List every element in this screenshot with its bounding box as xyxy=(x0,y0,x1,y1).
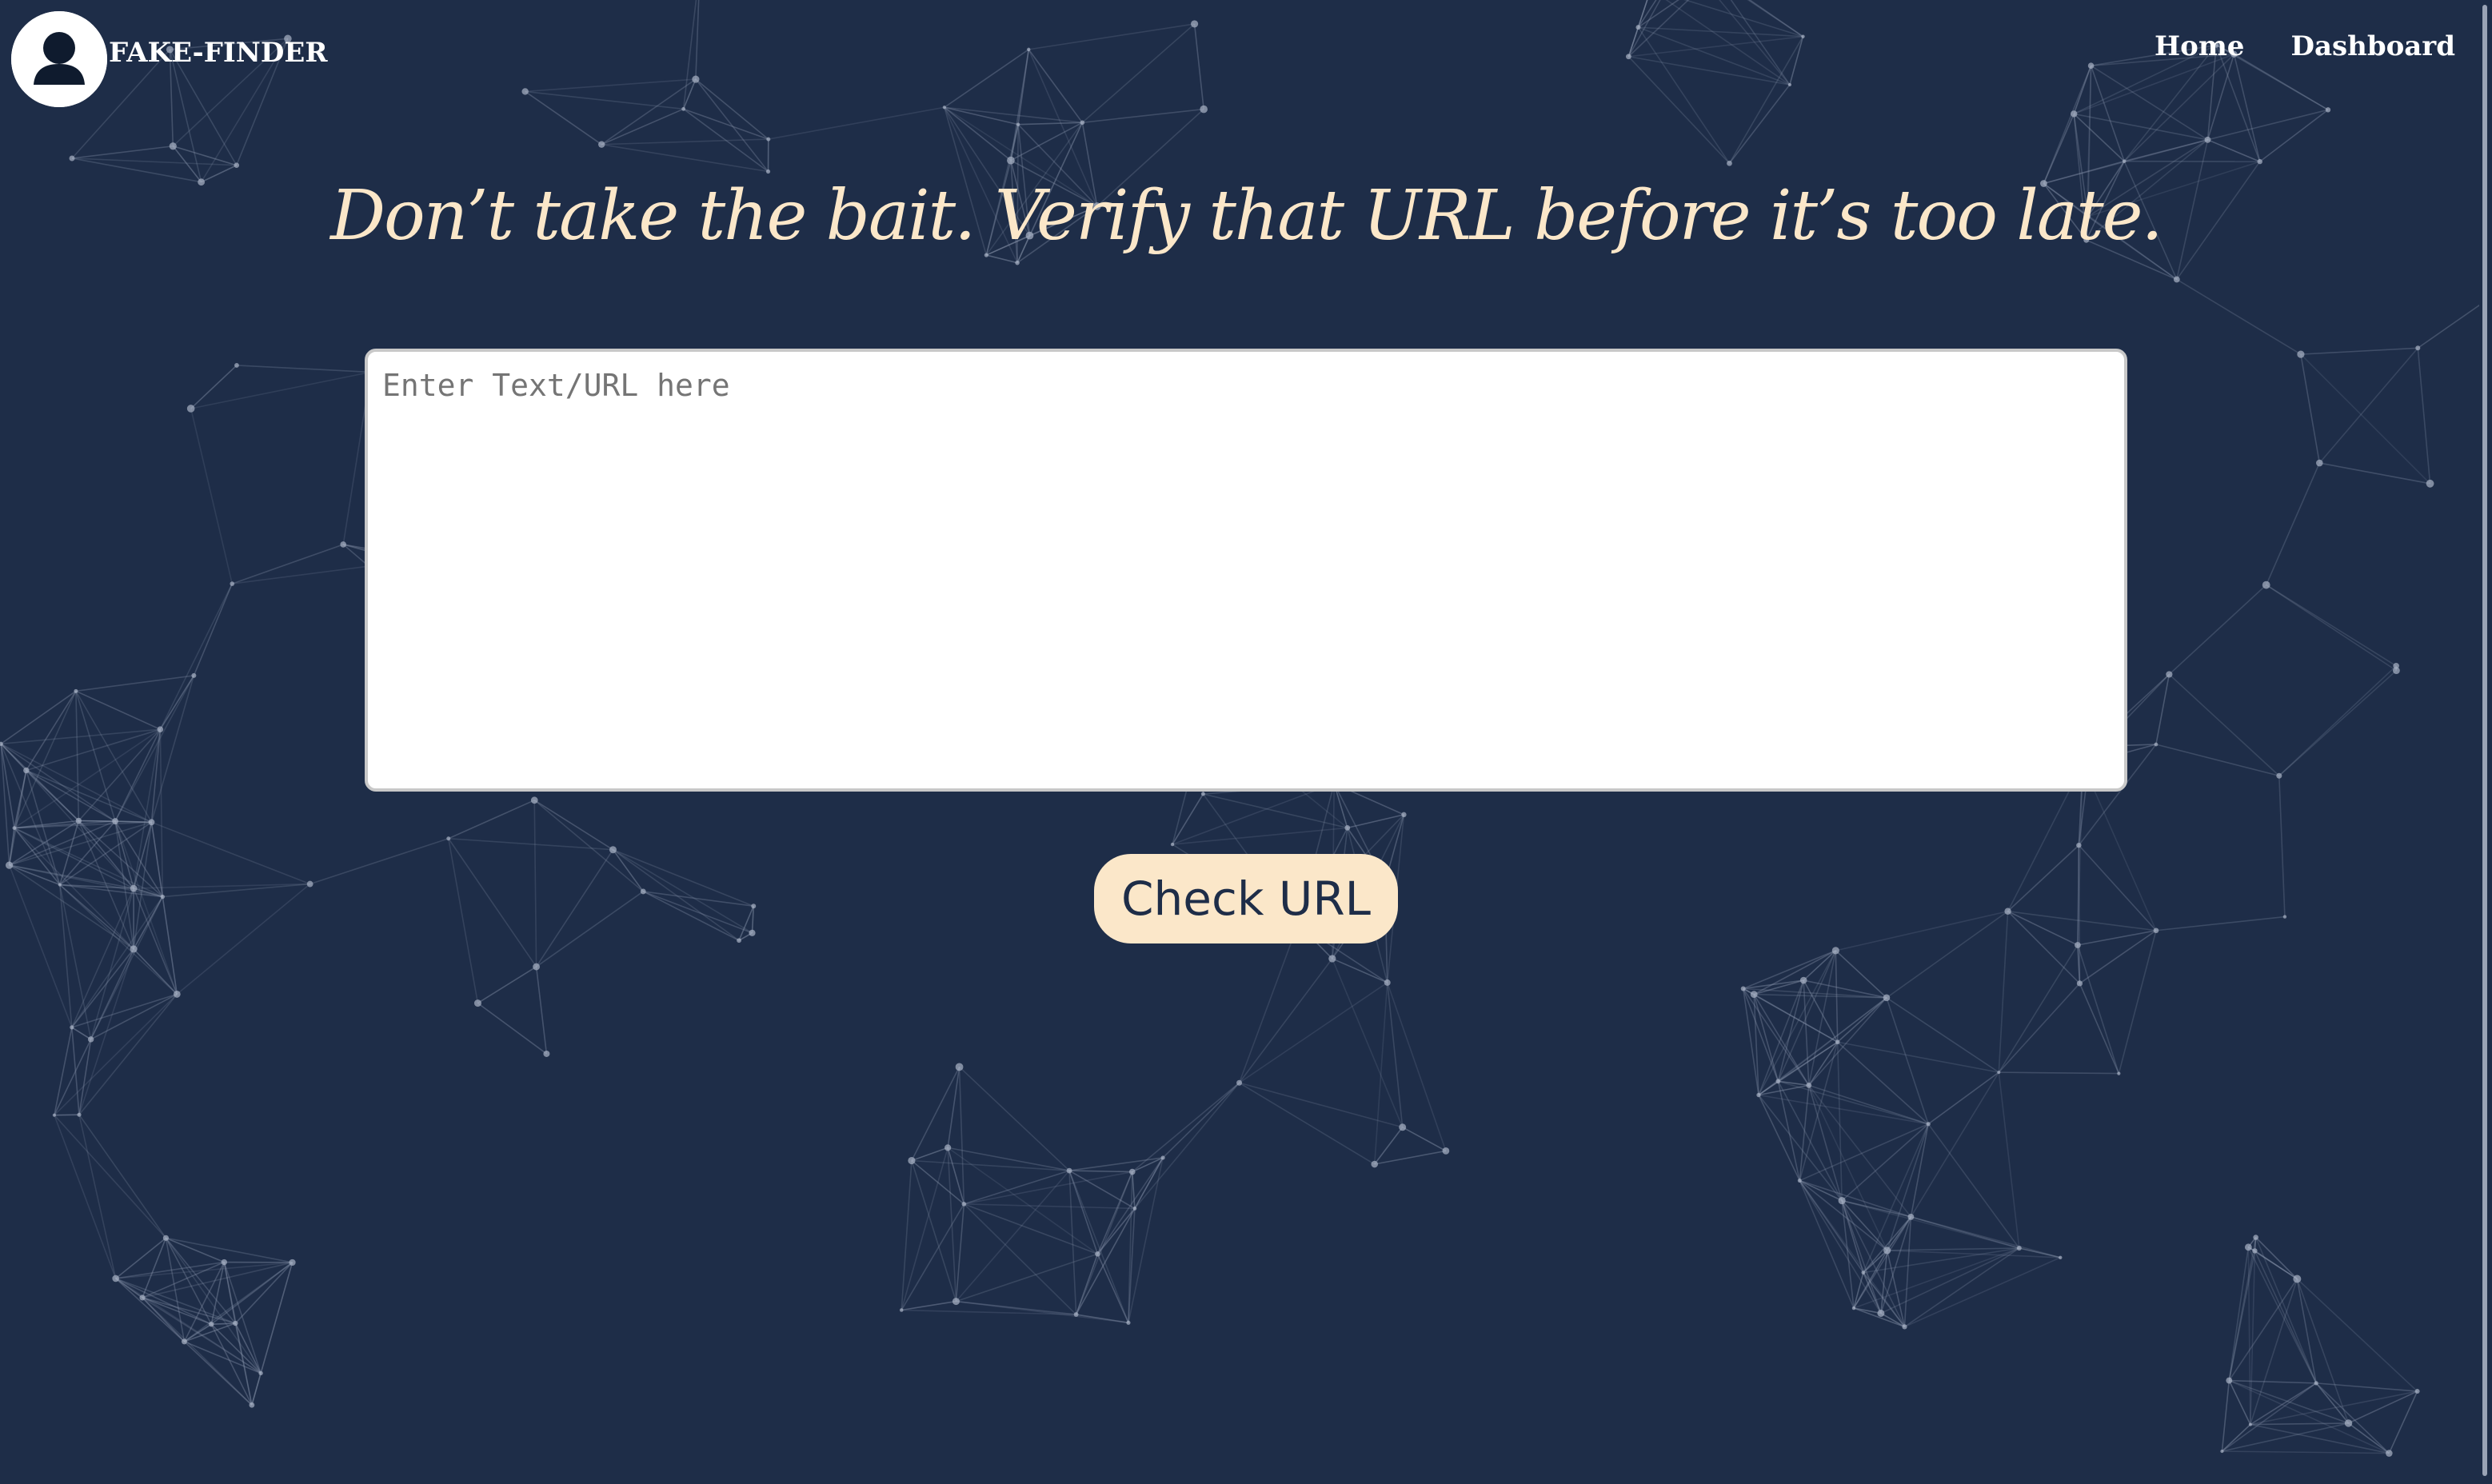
check-url-button[interactable]: Check URL xyxy=(1094,854,1398,943)
brand-name[interactable]: FAKE-FINDER xyxy=(109,37,328,69)
page-scrollbar[interactable] xyxy=(2479,0,2492,1484)
page-headline: Don’t take the bait. Verify that URL bef… xyxy=(330,176,2163,256)
top-nav: Home Dashboard xyxy=(2155,30,2455,62)
scrollbar-thumb[interactable] xyxy=(2482,5,2487,1476)
user-avatar-icon[interactable] xyxy=(11,11,107,107)
nav-dashboard-link[interactable]: Dashboard xyxy=(2290,30,2455,62)
url-text-input[interactable] xyxy=(365,349,2127,792)
nav-home-link[interactable]: Home xyxy=(2155,30,2244,62)
